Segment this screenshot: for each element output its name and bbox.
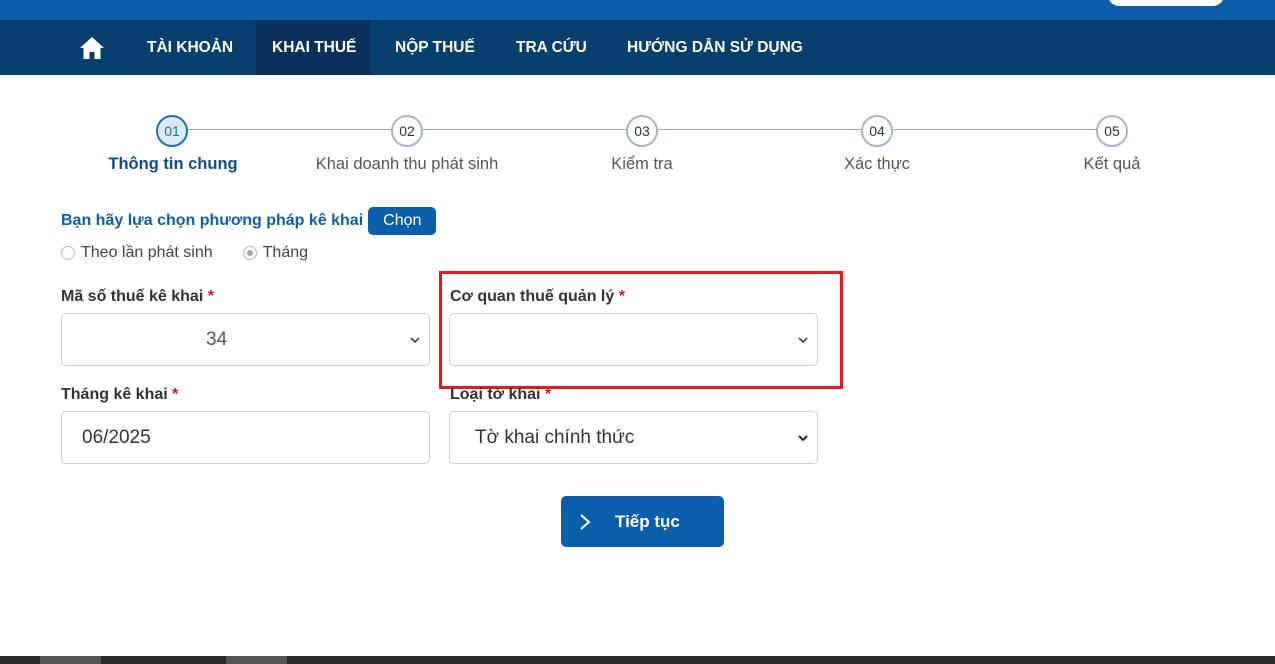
period-value: 06/2025 bbox=[82, 426, 151, 448]
radio-option-per-occurrence[interactable]: Theo lần phát sinh bbox=[61, 244, 213, 262]
tax-code-value: 34 bbox=[206, 328, 228, 350]
required-mark: * bbox=[207, 288, 214, 305]
nav-item-pay-tax[interactable]: NỘP THUẾ bbox=[379, 20, 491, 75]
step-5-label: Kết quả bbox=[1083, 155, 1141, 173]
period-label-text: Tháng kê khai bbox=[61, 386, 168, 403]
progress-stepper: 01 02 03 04 05 Thông tin chung Khai doan… bbox=[0, 112, 1275, 182]
tax-code-select[interactable]: 34 bbox=[61, 313, 430, 366]
step-2-label: Khai doanh thu phát sinh bbox=[315, 155, 499, 173]
form-type-label: Loại tờ khai * bbox=[450, 386, 551, 404]
period-input[interactable]: 06/2025 bbox=[61, 411, 430, 464]
nav-item-user-guide[interactable]: HƯỚNG DẪN SỬ DỤNG bbox=[611, 20, 819, 75]
continue-button[interactable]: Tiếp tục bbox=[561, 496, 724, 547]
nav-home[interactable] bbox=[72, 20, 112, 75]
tax-code-label: Mã số thuế kê khai * bbox=[61, 288, 214, 306]
header-user-pill[interactable] bbox=[1108, 0, 1224, 6]
highlight-box bbox=[439, 271, 843, 389]
form-type-select[interactable]: Tờ khai chính thức bbox=[449, 411, 818, 464]
nav-item-account[interactable]: TÀI KHOẢN bbox=[131, 20, 249, 75]
step-4-label: Xác thực bbox=[843, 155, 911, 173]
required-mark: * bbox=[544, 386, 552, 403]
form-type-label-text: Loại tờ khai bbox=[450, 386, 541, 403]
bottom-bar bbox=[0, 656, 1275, 664]
required-mark: * bbox=[172, 386, 179, 403]
nav-item-lookup[interactable]: TRA CỨU bbox=[500, 20, 603, 75]
step-1-label: Thông tin chung bbox=[108, 155, 238, 173]
step-3-circle: 03 bbox=[626, 115, 658, 147]
method-prompt: Bạn hãy lựa chọn phương pháp kê khai bbox=[61, 212, 364, 229]
radio-monthly[interactable] bbox=[242, 246, 257, 260]
step-3-label: Kiểm tra bbox=[611, 155, 673, 173]
form-type-value: Tờ khai chính thức bbox=[475, 426, 635, 448]
radio-label-monthly: Tháng bbox=[262, 244, 309, 261]
radio-per-occurrence[interactable] bbox=[61, 246, 75, 260]
nav-item-declare-tax[interactable]: KHAI THUẾ bbox=[256, 20, 370, 75]
chevron-right-icon bbox=[579, 513, 591, 531]
step-2-circle: 02 bbox=[391, 115, 423, 147]
step-5-circle: 05 bbox=[1096, 115, 1128, 147]
tax-code-label-text: Mã số thuế kê khai bbox=[61, 288, 204, 305]
bottom-tab[interactable] bbox=[40, 656, 101, 664]
step-4-circle: 04 bbox=[861, 115, 893, 147]
radio-label-per-occurrence: Theo lần phát sinh bbox=[81, 244, 213, 261]
step-1-circle: 01 bbox=[156, 115, 188, 147]
top-header-band bbox=[0, 0, 1275, 20]
radio-option-monthly[interactable]: Tháng bbox=[242, 244, 309, 262]
choose-method-button[interactable]: Chọn bbox=[368, 207, 437, 235]
continue-button-label: Tiếp tục bbox=[615, 511, 680, 531]
period-label: Tháng kê khai * bbox=[61, 386, 178, 404]
bottom-tab[interactable] bbox=[226, 656, 287, 664]
method-radio-group: Theo lần phát sinh Tháng bbox=[61, 244, 338, 262]
main-navbar: TÀI KHOẢN KHAI THUẾ NỘP THUẾ TRA CỨU HƯỚ… bbox=[0, 20, 1275, 75]
chevron-down-icon bbox=[798, 434, 808, 441]
home-icon bbox=[80, 36, 104, 59]
method-row: Bạn hãy lựa chọn phương pháp kê khai Chọ… bbox=[61, 207, 437, 235]
chevron-down-icon bbox=[410, 336, 420, 343]
